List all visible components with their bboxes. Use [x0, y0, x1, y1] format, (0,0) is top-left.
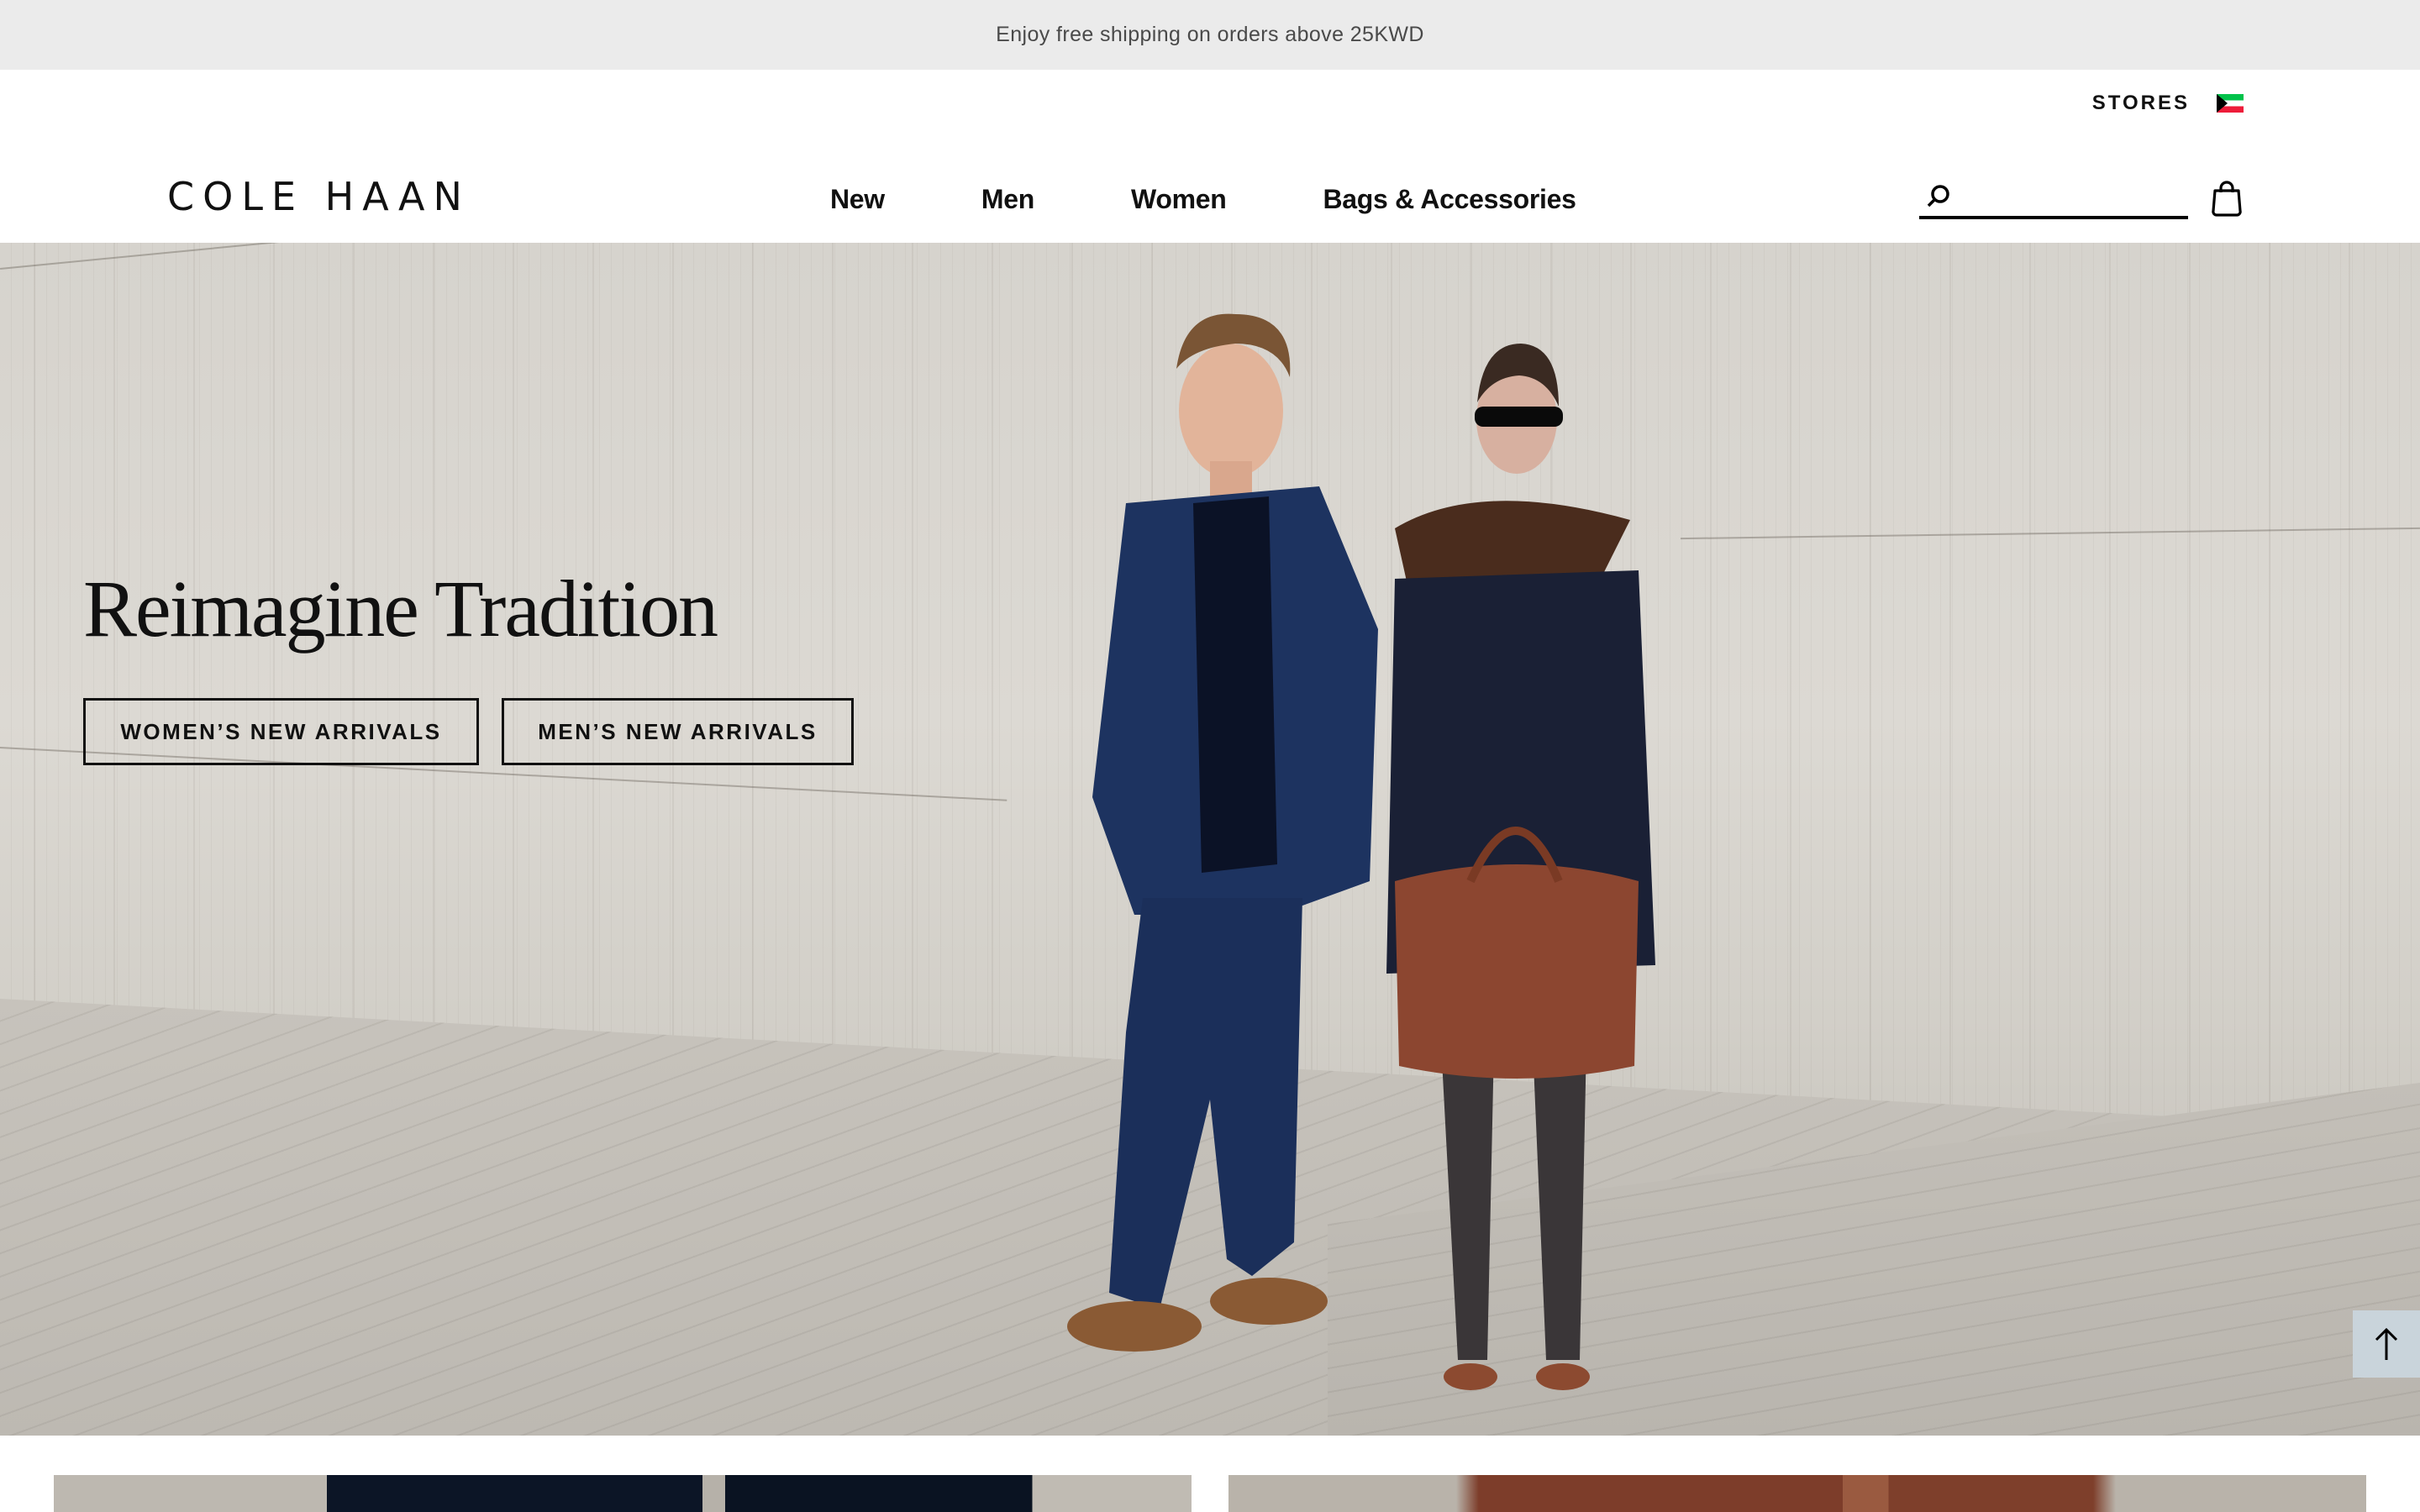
hero-title: Reimagine Tradition: [83, 564, 718, 654]
nav-item-women[interactable]: Women: [1131, 184, 1227, 215]
scroll-to-top-button[interactable]: [2353, 1310, 2420, 1378]
mens-new-arrivals-button[interactable]: MEN’S NEW ARRIVALS: [502, 698, 854, 765]
kuwait-flag-icon[interactable]: [2217, 94, 2244, 113]
cart-button[interactable]: [2210, 179, 2244, 218]
hero-content: Reimagine Tradition WOMEN’S NEW ARRIVALS…: [83, 569, 854, 765]
search-input[interactable]: [1954, 181, 2244, 216]
nav-item-men[interactable]: Men: [981, 184, 1034, 215]
womens-new-arrivals-button[interactable]: WOMEN’S NEW ARRIVALS: [83, 698, 479, 765]
category-tile-men[interactable]: [54, 1475, 1192, 1512]
promo-text: Enjoy free shipping on orders above 25KW…: [996, 23, 1424, 46]
search-bar: [1919, 181, 2244, 219]
category-tile-women-bags[interactable]: [1228, 1475, 2366, 1512]
hero-banner[interactable]: Reimagine Tradition WOMEN’S NEW ARRIVALS…: [0, 243, 2420, 1436]
wall-seam: [1681, 527, 2420, 540]
shopping-bag-icon: [2212, 181, 2242, 217]
hero-model-woman: [1386, 344, 1655, 1390]
nav-item-new[interactable]: New: [830, 184, 885, 215]
arrow-up-icon: [2375, 1327, 2398, 1360]
wall-seam: [0, 243, 921, 270]
hero-model-man: [1067, 313, 1378, 1352]
stores-link[interactable]: STORES: [2092, 92, 2190, 115]
search-icon[interactable]: [1919, 181, 1954, 215]
site-header: STORES COLE HAAN New Men Women Bags & Ac…: [0, 70, 2420, 243]
promo-banner: Enjoy free shipping on orders above 25KW…: [0, 0, 2420, 70]
main-nav: New Men Women Bags & Accessories: [830, 184, 1576, 215]
brand-logo[interactable]: COLE HAAN: [167, 174, 471, 219]
nav-item-bags-accessories[interactable]: Bags & Accessories: [1323, 184, 1576, 215]
hero-cta-group: WOMEN’S NEW ARRIVALS MEN’S NEW ARRIVALS: [83, 698, 854, 765]
utility-nav: STORES: [2092, 92, 2244, 115]
